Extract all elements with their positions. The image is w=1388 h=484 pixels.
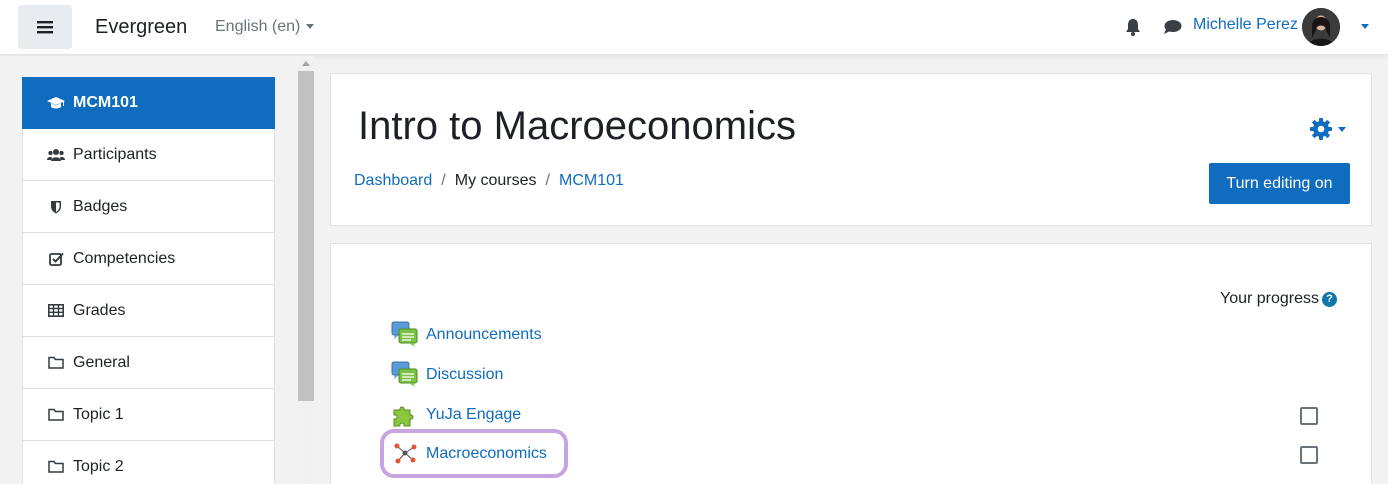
course-content: Your progress ? Announcements Discussion… [330, 243, 1372, 484]
sidebar-item-topic-1[interactable]: Topic 1 [22, 389, 275, 441]
breadcrumb-separator: / [545, 172, 550, 189]
course-nav: MCM101 Participants Badges Competencies … [22, 77, 275, 484]
breadcrumb-separator: / [441, 172, 446, 189]
graduation-cap-icon [47, 96, 65, 110]
drawer-toggle-button[interactable] [18, 5, 72, 49]
progress-label: Your progress [1220, 290, 1320, 307]
chevron-down-icon[interactable] [1361, 24, 1369, 29]
forum-icon [391, 361, 418, 388]
forum-icon [391, 321, 418, 348]
breadcrumb: Dashboard / My courses / MCM101 [354, 172, 624, 190]
sidebar-item-competencies[interactable]: Competencies [22, 233, 275, 285]
activity-link[interactable]: YuJa Engage [426, 406, 521, 424]
page-title: Intro to Macroeconomics [358, 104, 796, 148]
help-icon[interactable]: ? [1322, 291, 1338, 307]
sidebar-item-grades[interactable]: Grades [22, 285, 275, 337]
sidebar-item-label: Topic 2 [73, 457, 124, 475]
language-label: English (en) [215, 18, 301, 35]
page-header: Intro to Macroeconomics Dashboard / My c… [330, 73, 1372, 226]
avatar[interactable] [1302, 8, 1340, 46]
chevron-down-icon [306, 24, 315, 30]
gear-icon [1310, 118, 1332, 140]
users-icon [47, 148, 65, 162]
sidebar-item-course[interactable]: MCM101 [22, 77, 275, 129]
check-square-icon [47, 252, 65, 266]
folder-icon [47, 460, 65, 473]
nav-drawer: MCM101 Participants Badges Competencies … [0, 56, 314, 484]
turn-editing-on-button[interactable]: Turn editing on [1209, 163, 1350, 204]
user-menu[interactable]: Michelle Perez [1193, 16, 1298, 34]
top-navbar: Evergreen English (en) Michelle Perez [0, 0, 1388, 55]
hamburger-icon [37, 21, 53, 34]
sidebar-item-label: Topic 1 [73, 405, 124, 423]
breadcrumb-dashboard[interactable]: Dashboard [354, 172, 432, 190]
activity-announcements: Announcements [391, 321, 542, 348]
completion-checkbox[interactable] [1300, 407, 1318, 425]
sidebar-item-topic-2[interactable]: Topic 2 [22, 441, 275, 484]
folder-icon [47, 408, 65, 421]
chevron-down-icon [1338, 126, 1346, 132]
activity-link[interactable]: Macroeconomics [426, 445, 547, 463]
language-menu[interactable]: English (en) [215, 18, 315, 36]
breadcrumb-course[interactable]: MCM101 [559, 172, 624, 190]
progress-header: Your progress ? [1220, 290, 1338, 308]
sidebar-item-participants[interactable]: Participants [22, 129, 275, 181]
sidebar-item-label: Participants [73, 145, 157, 163]
scroll-up-icon[interactable] [302, 61, 310, 66]
scrollbar-thumb[interactable] [298, 71, 314, 401]
sidebar-item-label: Badges [73, 197, 128, 215]
activity-link[interactable]: Discussion [426, 366, 503, 384]
folder-icon [47, 356, 65, 369]
sidebar-item-badges[interactable]: Badges [22, 181, 275, 233]
bell-icon[interactable] [1125, 18, 1141, 41]
sidebar-item-label: MCM101 [73, 94, 138, 111]
sidebar-item-label: General [73, 353, 130, 371]
drawer-scrollbar[interactable] [298, 56, 314, 484]
chat-icon[interactable] [1163, 19, 1182, 40]
activity-yuja-engage: YuJa Engage [391, 401, 521, 428]
sidebar-item-general[interactable]: General [22, 337, 275, 389]
sidebar-item-label: Grades [73, 301, 126, 319]
activity-link[interactable]: Announcements [426, 326, 542, 344]
sidebar-item-label: Competencies [73, 249, 176, 267]
puzzle-icon [391, 401, 418, 428]
completion-checkbox[interactable] [1300, 446, 1318, 464]
breadcrumb-my-courses: My courses [454, 172, 537, 189]
course-settings-menu[interactable] [1309, 117, 1346, 141]
site-name[interactable]: Evergreen [95, 16, 187, 39]
table-icon [47, 304, 65, 317]
mindmap-icon [391, 440, 418, 467]
activity-macroeconomics: Macroeconomics [391, 440, 547, 467]
shield-icon [47, 200, 65, 214]
activity-discussion: Discussion [391, 361, 503, 388]
